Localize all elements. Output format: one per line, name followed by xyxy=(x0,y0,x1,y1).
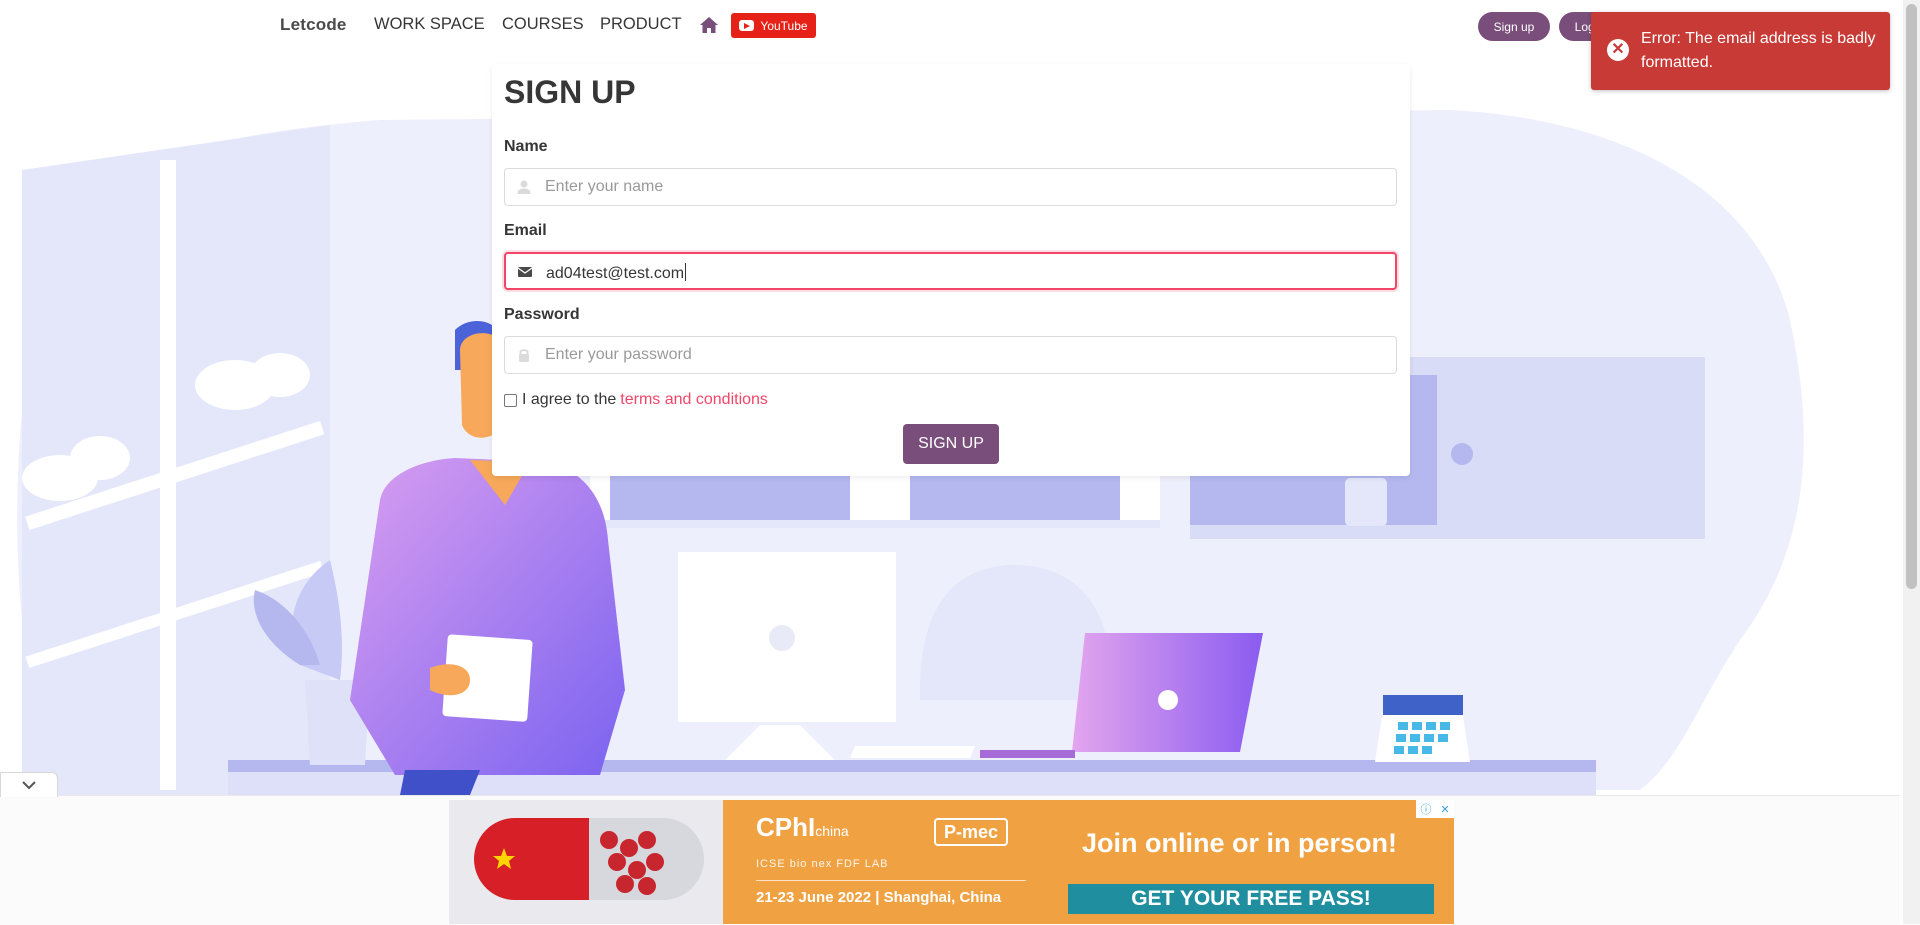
password-placeholder: Enter your password xyxy=(545,346,692,363)
page-scrollbar[interactable] xyxy=(1903,0,1920,924)
ad-divider xyxy=(756,880,1026,881)
page-title: SIGN UP xyxy=(504,74,636,110)
ad-cta-button[interactable]: GET YOUR FREE PASS! xyxy=(1068,884,1434,914)
email-value: ad04test@test.com xyxy=(546,265,685,282)
home-icon[interactable] xyxy=(699,15,719,35)
info-icon[interactable]: ⓘ xyxy=(1420,801,1431,817)
capsule-icon xyxy=(474,818,704,900)
ad-brand-suffix: china xyxy=(815,823,849,839)
signup-card: SIGN UP Name Enter your name Email ad04t… xyxy=(492,64,1410,476)
nav-courses[interactable]: COURSES xyxy=(502,15,584,34)
close-icon[interactable]: ✕ xyxy=(1440,803,1449,816)
email-label: Email xyxy=(504,222,547,239)
name-label: Name xyxy=(504,138,548,155)
ad-collapse-toggle[interactable] xyxy=(0,772,58,797)
ad-pill-image xyxy=(449,800,723,924)
password-label: Password xyxy=(504,306,580,323)
youtube-play-icon xyxy=(739,20,755,31)
error-x-icon: ✕ xyxy=(1607,39,1629,61)
error-toast[interactable]: ✕ Error: The email address is badly form… xyxy=(1591,12,1890,90)
terms-link[interactable]: terms and conditions xyxy=(620,391,768,409)
ad-brand: CPhIchina xyxy=(756,812,849,843)
ad-brand-text: CPhI xyxy=(756,812,816,842)
terms-checkbox[interactable] xyxy=(504,393,517,407)
lock-icon xyxy=(519,349,529,362)
scrollbar-thumb[interactable] xyxy=(1906,4,1917,589)
name-field[interactable]: Enter your name xyxy=(504,168,1397,206)
ad-partner: P-mec xyxy=(934,818,1009,846)
name-placeholder: Enter your name xyxy=(545,178,664,195)
ad-partner-logos: ICSE bio nex FDF LAB xyxy=(756,858,889,870)
password-field[interactable]: Enter your password xyxy=(504,336,1397,374)
email-field[interactable]: ad04test@test.com xyxy=(504,252,1397,290)
ad-dates: 21-23 June 2022 | Shanghai, China xyxy=(756,889,1002,906)
signup-nav-button[interactable]: Sign up xyxy=(1478,12,1550,41)
email-value-wrap: ad04test@test.com xyxy=(546,263,687,283)
signup-submit-button[interactable]: SIGN UP xyxy=(903,424,999,464)
chevron-down-icon xyxy=(22,781,36,790)
user-icon xyxy=(517,180,531,194)
terms-prefix: I agree to the xyxy=(522,391,617,408)
ad-headline: Join online or in person! xyxy=(1082,828,1398,858)
terms-row: I agree to the terms and conditions xyxy=(504,391,768,409)
error-toast-message: Error: The email address is badly format… xyxy=(1641,30,1876,71)
brand-logo[interactable]: Letcode xyxy=(280,15,347,35)
youtube-label: YouTube xyxy=(760,18,808,33)
text-caret xyxy=(685,263,687,281)
nav-work-space[interactable]: WORK SPACE xyxy=(374,15,485,34)
ad-banner[interactable]: CPhIchina P-mec ICSE bio nex FDF LAB 21-… xyxy=(449,800,1454,924)
envelope-icon xyxy=(517,267,533,277)
nav-product[interactable]: PRODUCT xyxy=(600,15,682,34)
brand-text: Letcode xyxy=(280,15,347,34)
youtube-button[interactable]: YouTube xyxy=(731,13,816,38)
ad-choices[interactable]: ⓘ ✕ xyxy=(1416,800,1454,818)
